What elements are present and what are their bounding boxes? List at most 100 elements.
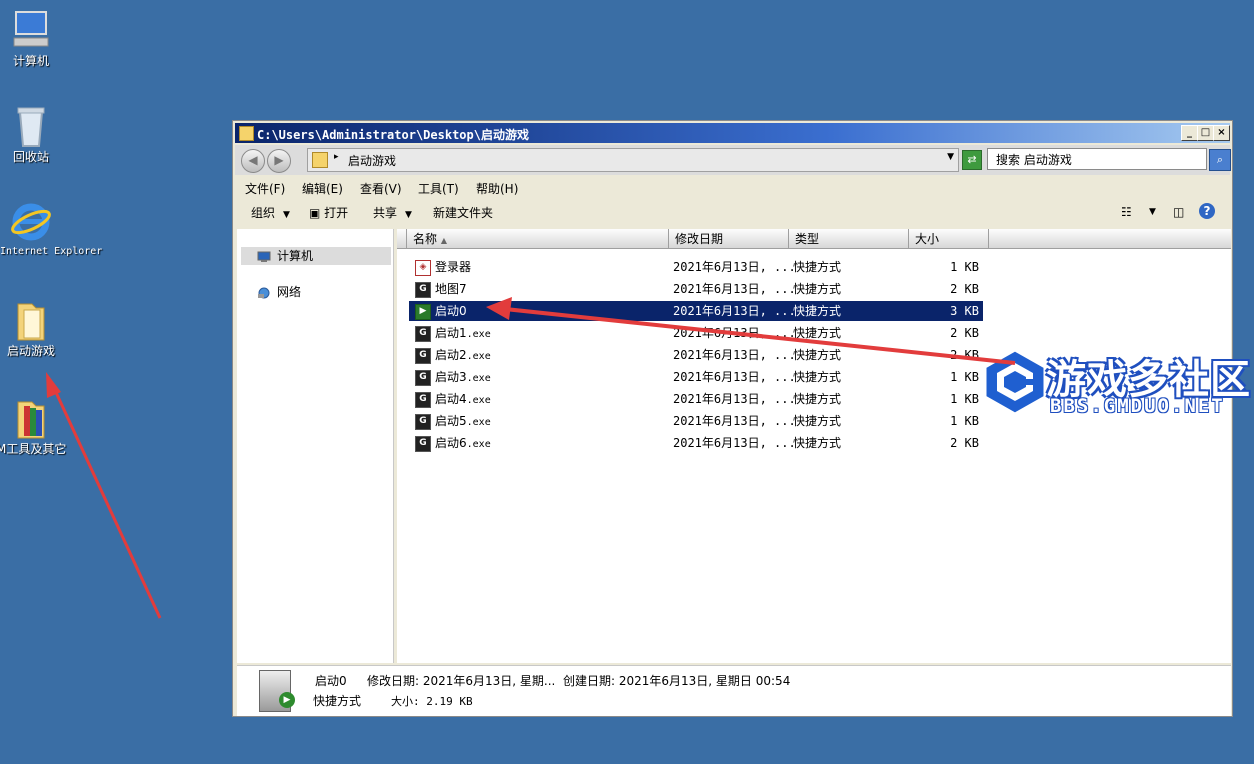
- chevron-down-icon[interactable]: ▼: [1149, 207, 1156, 217]
- nav-item-computer[interactable]: 计算机: [241, 247, 391, 265]
- file-date: 2021年6月13日, ...: [673, 436, 796, 450]
- file-type: 快捷方式: [793, 348, 842, 362]
- desktop-icon-recycle-bin[interactable]: 回收站: [0, 104, 62, 164]
- desktop-icon-internet-explorer[interactable]: Internet Explorer: [0, 200, 103, 258]
- address-row: ◀ ▶ ▸ 启动游戏 ▼ ⇄ ⌕: [235, 145, 1231, 175]
- desktop-icon-label: 计算机: [12, 54, 49, 68]
- game-icon: G: [415, 326, 431, 342]
- play-icon: ▶: [279, 692, 295, 708]
- table-row[interactable]: G 启动1.exe 2021年6月13日, ... 快捷方式 2 KB: [409, 323, 983, 343]
- game-icon: G: [415, 414, 431, 430]
- organize-label: 组织: [251, 206, 276, 220]
- column-header-size[interactable]: 大小: [909, 229, 989, 249]
- file-extension: .exe: [466, 329, 491, 340]
- file-type: 快捷方式: [793, 260, 842, 274]
- address-path: 启动游戏: [348, 154, 397, 168]
- forward-arrow-icon[interactable]: ▶: [267, 149, 291, 173]
- file-extension: .exe: [466, 439, 491, 450]
- file-type: 快捷方式: [793, 392, 842, 406]
- organize-button[interactable]: 组织 ▼: [251, 204, 290, 221]
- file-size: 1 KB: [950, 370, 979, 384]
- chevron-down-icon[interactable]: ▼: [947, 152, 954, 162]
- file-extension: .exe: [466, 373, 491, 384]
- column-header-type[interactable]: 类型: [789, 229, 909, 249]
- file-extension: .exe: [466, 351, 491, 362]
- file-date: 2021年6月13日, ...: [673, 260, 796, 274]
- file-date: 2021年6月13日, ...: [673, 392, 796, 406]
- menu-help[interactable]: 帮助(H): [476, 180, 518, 197]
- maximize-button[interactable]: □: [1197, 125, 1214, 141]
- table-row[interactable]: ▶ 启动0 2021年6月13日, ... 快捷方式 3 KB: [409, 301, 983, 321]
- file-size: 1 KB: [950, 260, 979, 274]
- menu-file[interactable]: 文件(F): [245, 180, 285, 197]
- desktop-icon-computer[interactable]: 计算机: [0, 8, 62, 68]
- table-row[interactable]: G 地图7 2021年6月13日, ... 快捷方式 2 KB: [409, 279, 983, 299]
- desktop-icon-label: Internet Explorer: [0, 246, 103, 257]
- back-arrow-icon[interactable]: ◀: [241, 149, 265, 173]
- desktop-icon-label: M工具及其它: [0, 442, 67, 456]
- file-type: 快捷方式: [793, 304, 842, 318]
- menu-edit[interactable]: 编辑(E): [302, 180, 343, 197]
- internet-explorer-icon: [10, 200, 52, 244]
- table-row[interactable]: G 启动2.exe 2021年6月13日, ... 快捷方式 2 KB: [409, 345, 983, 365]
- share-button[interactable]: 共享 ▼: [373, 204, 412, 221]
- game-icon: G: [415, 436, 431, 452]
- table-row[interactable]: ◈ 登录器 2021年6月13日, ... 快捷方式 1 KB: [409, 257, 983, 277]
- details-name: 启动0: [315, 674, 347, 688]
- game-icon: G: [415, 392, 431, 408]
- file-name: 登录器: [435, 257, 471, 277]
- file-name-base: 登录器: [435, 260, 472, 274]
- sort-asc-icon: ▲: [440, 236, 447, 245]
- details-modified: 修改日期: 2021年6月13日, 星期...: [367, 674, 556, 688]
- file-list: 名称 ▲ 修改日期 类型 大小 ◈ 登录器 2021年6月13日, ... 快捷方式 1…: [397, 229, 1231, 663]
- search-icon[interactable]: ⌕: [1209, 149, 1231, 171]
- table-row[interactable]: G 启动3.exe 2021年6月13日, ... 快捷方式 1 KB: [409, 367, 983, 387]
- nav-item-label: 网络: [277, 285, 302, 299]
- search-input[interactable]: [987, 148, 1207, 170]
- start-icon: ▶: [415, 304, 431, 320]
- file-name-base: 启动1: [435, 326, 467, 340]
- file-name-base: 启动4: [435, 392, 467, 406]
- menu-tools[interactable]: 工具(T): [418, 180, 459, 197]
- window-title: C:\Users\Administrator\Desktop\启动游戏: [257, 128, 529, 142]
- refresh-icon[interactable]: ⇄: [962, 150, 982, 170]
- address-bar[interactable]: ▸ 启动游戏 ▼: [307, 148, 959, 172]
- gmduo-logo-icon: [983, 348, 1047, 416]
- file-size: 1 KB: [950, 392, 979, 406]
- desktop-icon-tools-folder[interactable]: M工具及其它: [0, 396, 67, 456]
- file-type: 快捷方式: [793, 436, 842, 450]
- column-spacer: [397, 229, 407, 249]
- details-type: 快捷方式: [313, 694, 362, 708]
- breadcrumb-arrow-icon[interactable]: ▸: [334, 152, 339, 162]
- title-bar[interactable]: C:\Users\Administrator\Desktop\启动游戏 _ □ …: [235, 123, 1230, 143]
- minimize-button[interactable]: _: [1181, 125, 1198, 141]
- nav-item-network[interactable]: 网络: [241, 283, 391, 301]
- file-type: 快捷方式: [793, 370, 842, 384]
- file-name-base: 启动5: [435, 414, 467, 428]
- menu-view[interactable]: 查看(V): [360, 180, 402, 197]
- close-button[interactable]: ×: [1213, 125, 1230, 141]
- file-name-base: 启动6: [435, 436, 467, 450]
- annotation-arrowhead: [46, 372, 61, 398]
- file-date: 2021年6月13日, ...: [673, 370, 796, 384]
- new-folder-button[interactable]: 新建文件夹: [433, 204, 493, 221]
- table-row[interactable]: G 启动5.exe 2021年6月13日, ... 快捷方式 1 KB: [409, 411, 983, 431]
- file-type: 快捷方式: [793, 414, 842, 428]
- column-label: 名称: [413, 232, 438, 246]
- file-name: 启动6.exe: [435, 433, 491, 455]
- details-size: 大小: 2.19 KB: [391, 695, 473, 708]
- file-name: 启动1.exe: [435, 323, 491, 345]
- desktop-icon-label: 启动游戏: [6, 344, 55, 358]
- column-header-date[interactable]: 修改日期: [669, 229, 789, 249]
- table-row[interactable]: G 启动6.exe 2021年6月13日, ... 快捷方式 2 KB: [409, 433, 983, 453]
- file-date: 2021年6月13日, ...: [673, 348, 796, 362]
- view-options-icon[interactable]: ☷: [1121, 205, 1132, 219]
- table-row[interactable]: G 启动4.exe 2021年6月13日, ... 快捷方式 1 KB: [409, 389, 983, 409]
- open-button[interactable]: ▣ 打开: [309, 204, 348, 221]
- desktop-icon-start-game-folder[interactable]: 启动游戏: [0, 298, 62, 358]
- file-size: 2 KB: [950, 282, 979, 296]
- help-icon[interactable]: ?: [1199, 203, 1215, 219]
- chevron-down-icon: ▼: [283, 210, 290, 220]
- column-header-name[interactable]: 名称 ▲: [407, 229, 669, 249]
- preview-pane-icon[interactable]: ◫: [1173, 205, 1184, 219]
